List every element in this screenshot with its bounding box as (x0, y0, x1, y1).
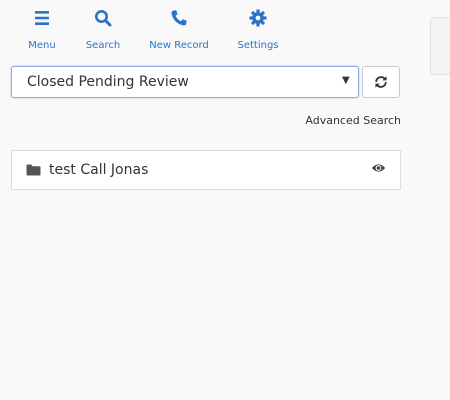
search-icon (95, 10, 112, 27)
folder-icon (26, 164, 41, 176)
toolbar-new-record-button[interactable]: New Record (146, 0, 212, 60)
phone-icon (171, 10, 187, 26)
toolbar-new-record-label: New Record (149, 40, 209, 51)
toolbar-search-label: Search (85, 40, 121, 51)
toolbar-settings-label: Settings (237, 40, 279, 51)
toolbar-menu-label: Menu (28, 40, 56, 51)
toolbar-search-button[interactable]: Search (82, 0, 124, 60)
status-filter-select[interactable]: Closed Pending Review ▼ (11, 66, 359, 98)
status-filter-value: Closed Pending Review (27, 74, 189, 90)
toolbar-settings-button[interactable]: Settings (236, 0, 280, 60)
side-panel-edge (430, 17, 450, 75)
gear-icon (249, 9, 267, 27)
chevron-down-icon: ▼ (342, 75, 350, 86)
refresh-button[interactable] (362, 66, 400, 98)
refresh-icon (375, 76, 387, 88)
toolbar-menu-button[interactable]: Menu (21, 0, 63, 60)
eye-icon[interactable] (371, 162, 386, 174)
toolbar: Menu Search New Record Settings (0, 0, 300, 60)
record-title: test Call Jonas (49, 162, 149, 178)
list-item[interactable]: test Call Jonas (12, 151, 400, 189)
menu-icon (35, 11, 49, 25)
record-list: test Call Jonas (11, 150, 401, 190)
advanced-search-link[interactable]: Advanced Search (305, 114, 401, 127)
